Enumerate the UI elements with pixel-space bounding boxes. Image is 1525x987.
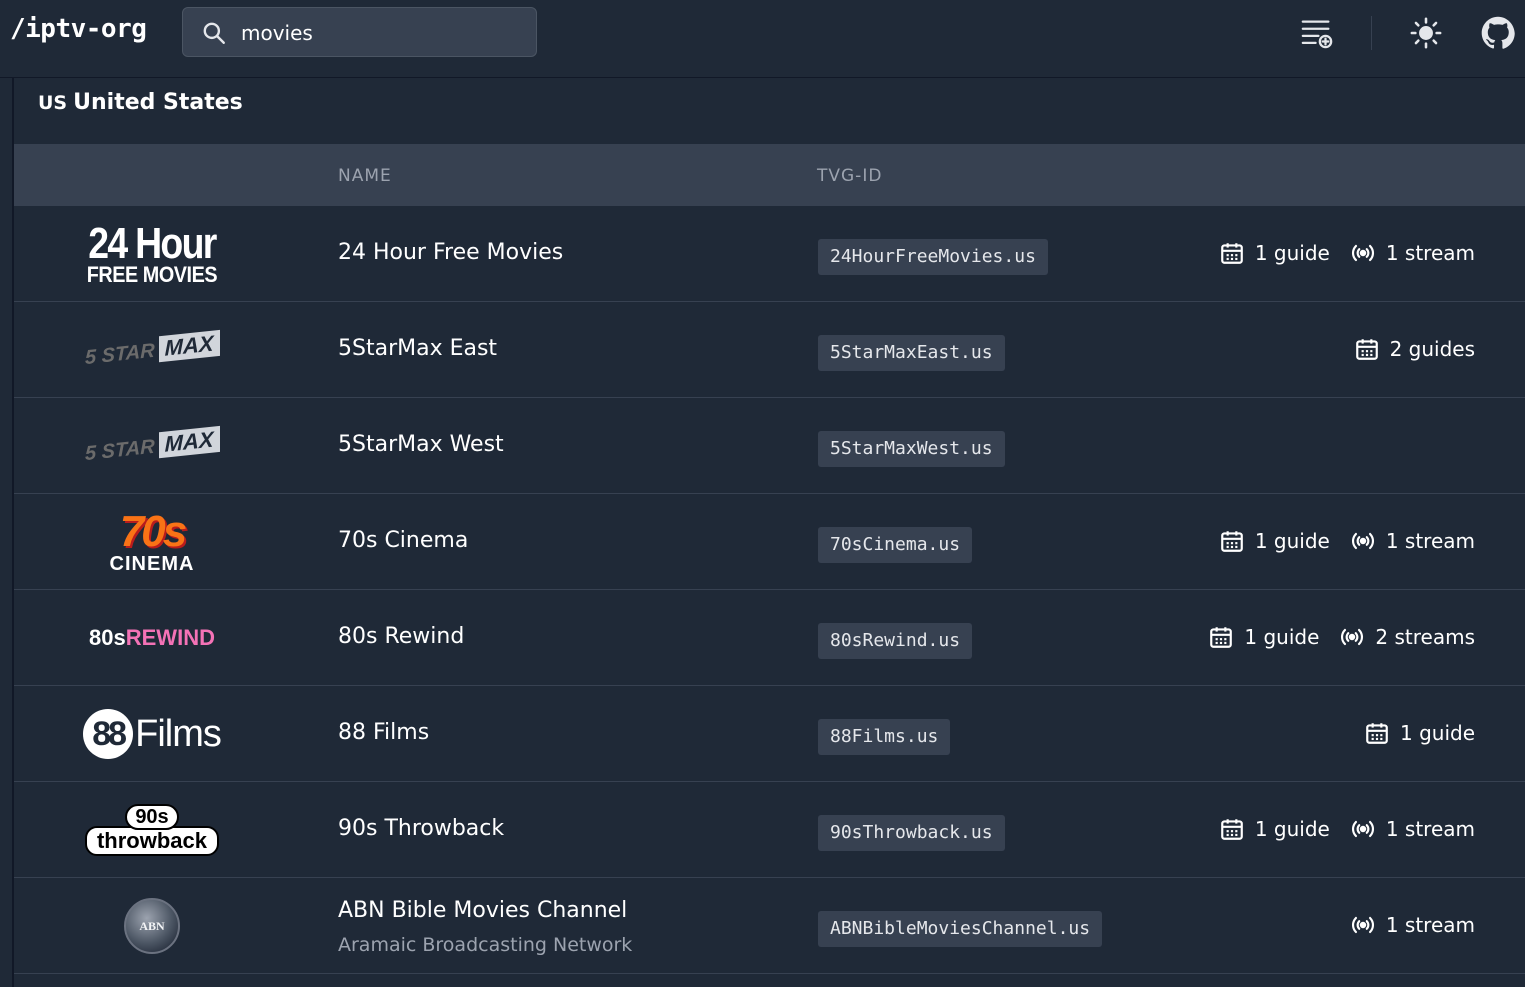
table-row[interactable]: 88 Films 88 Films 88Films.us 1 guide xyxy=(14,686,1525,782)
streams-link[interactable]: 1 stream xyxy=(1350,816,1475,842)
tvg-id-badge[interactable]: 70sCinema.us xyxy=(818,527,973,563)
channel-logo: ABN xyxy=(74,890,230,962)
channel-meta: 1 stream xyxy=(1350,912,1475,938)
country-heading: US United States xyxy=(38,90,243,115)
channel-name[interactable]: 5StarMax East xyxy=(338,336,497,361)
tvg-id-badge[interactable]: 5StarMaxEast.us xyxy=(818,335,1005,371)
calendar-icon xyxy=(1220,819,1243,840)
tvg-id-badge[interactable]: 5StarMaxWest.us xyxy=(818,431,1005,467)
column-header-tvg-id: TVG-ID xyxy=(817,166,883,186)
calendar-icon xyxy=(1210,627,1233,648)
guides-link[interactable]: 1 guide xyxy=(1219,528,1330,554)
channel-meta: 1 guide xyxy=(1364,720,1475,746)
table-row[interactable]: ABN ABN Bible Movies Channel Aramaic Bro… xyxy=(14,878,1525,974)
table-row[interactable]: 90s throwback 90s Throwback 90sThrowback… xyxy=(14,782,1525,878)
broadcast-icon xyxy=(1351,916,1374,934)
broadcast-icon xyxy=(1351,532,1374,550)
channel-logo: 88 Films xyxy=(74,698,230,770)
guides-link[interactable]: 1 guide xyxy=(1208,624,1319,650)
brand-logo[interactable]: /iptv-org xyxy=(10,14,147,44)
streams-link[interactable]: 2 streams xyxy=(1339,624,1475,650)
channel-logo: 80sREWIND xyxy=(89,625,215,650)
channel-name[interactable]: ABN Bible Movies Channel xyxy=(338,898,627,923)
channel-name[interactable]: 80s Rewind xyxy=(338,624,464,649)
guides-link[interactable]: 2 guides xyxy=(1354,336,1475,362)
top-bar: /iptv-org xyxy=(0,0,1525,78)
channel-meta: 2 guides xyxy=(1354,336,1475,362)
channel-name[interactable]: 90s Throwback xyxy=(338,816,504,841)
channel-name[interactable]: 88 Films xyxy=(338,720,429,745)
guides-link[interactable]: 1 guide xyxy=(1219,816,1330,842)
channel-meta: 1 guide 1 stream xyxy=(1219,240,1475,266)
channel-logo: 90s throwback xyxy=(74,794,230,866)
github-icon[interactable] xyxy=(1481,16,1515,50)
playlist-add-icon[interactable] xyxy=(1300,16,1334,50)
channel-name[interactable]: 70s Cinema xyxy=(338,528,468,553)
tvg-id-badge[interactable]: ABNBibleMoviesChannel.us xyxy=(818,911,1103,947)
channel-meta: 1 guide 1 stream xyxy=(1219,816,1475,842)
toolbar-divider xyxy=(1371,16,1372,50)
broadcast-icon xyxy=(1341,628,1364,646)
country-code: US xyxy=(38,92,68,114)
streams-link[interactable]: 1 stream xyxy=(1350,912,1475,938)
sun-icon[interactable] xyxy=(1409,16,1443,50)
streams-link[interactable]: 1 stream xyxy=(1350,528,1475,554)
table-row[interactable]: 80sREWIND 80s Rewind 80sRewind.us 1 guid… xyxy=(14,590,1525,686)
search-box[interactable] xyxy=(182,7,537,57)
guides-link[interactable]: 1 guide xyxy=(1364,720,1475,746)
channel-meta: 1 guide 1 stream xyxy=(1219,528,1475,554)
search-icon xyxy=(203,22,225,44)
table-row[interactable]: 24 Hour FREE MOVIES 24 Hour Free Movies … xyxy=(14,206,1525,302)
tvg-id-badge[interactable]: 88Films.us xyxy=(818,719,951,755)
table-row[interactable]: 5 STAR MAX 5StarMax East 5StarMaxEast.us… xyxy=(14,302,1525,398)
table-header: NAME TVG-ID xyxy=(14,144,1525,206)
table-row[interactable]: 5 STAR MAX 5StarMax West 5StarMaxWest.us xyxy=(14,398,1525,494)
search-input[interactable] xyxy=(241,18,521,48)
calendar-icon xyxy=(1220,243,1243,264)
channel-logo: 24 Hour FREE MOVIES xyxy=(86,219,218,287)
channel-meta: 1 guide 2 streams xyxy=(1208,624,1475,650)
channel-logo: 70s CINEMA xyxy=(109,507,195,575)
table-row[interactable]: 70s CINEMA 70s Cinema 70sCinema.us 1 gui… xyxy=(14,494,1525,590)
broadcast-icon xyxy=(1351,820,1374,838)
channel-name[interactable]: 5StarMax West xyxy=(338,432,504,457)
column-header-name: NAME xyxy=(338,166,392,186)
calendar-icon xyxy=(1220,531,1243,552)
guides-link[interactable]: 1 guide xyxy=(1219,240,1330,266)
calendar-icon xyxy=(1355,339,1378,360)
country-name: United States xyxy=(73,90,243,115)
channel-name[interactable]: 24 Hour Free Movies xyxy=(338,240,563,265)
broadcast-icon xyxy=(1351,244,1374,262)
channel-logo: 5 STAR MAX xyxy=(74,314,230,386)
tvg-id-badge[interactable]: 90sThrowback.us xyxy=(818,815,1005,851)
tvg-id-badge[interactable]: 80sRewind.us xyxy=(818,623,973,659)
channel-alt-name: Aramaic Broadcasting Network xyxy=(338,934,633,956)
channel-logo: 5 STAR MAX xyxy=(74,410,230,482)
calendar-icon xyxy=(1366,723,1388,744)
tvg-id-badge[interactable]: 24HourFreeMovies.us xyxy=(818,239,1048,275)
streams-link[interactable]: 1 stream xyxy=(1350,240,1475,266)
